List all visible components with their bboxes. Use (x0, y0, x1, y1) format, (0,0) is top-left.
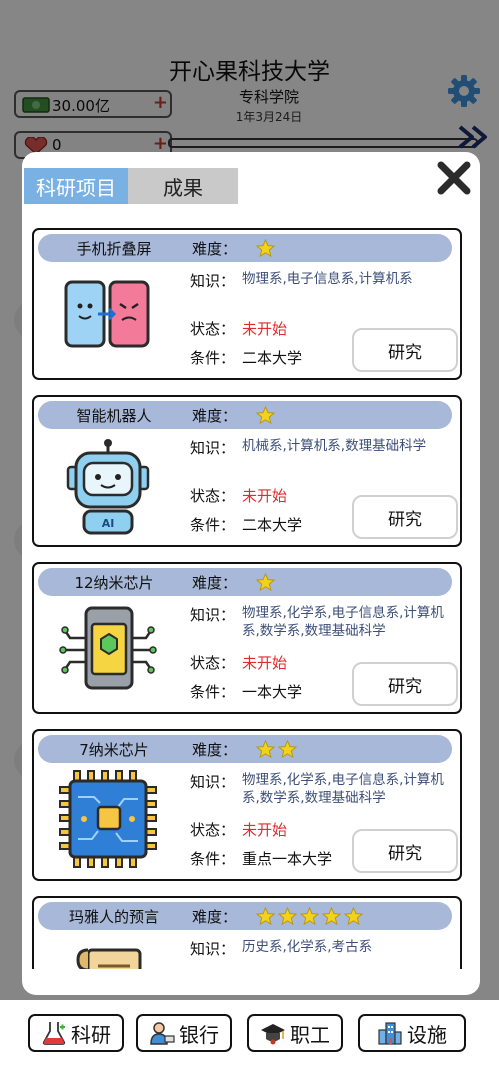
difficulty-label: 难度： (192, 407, 238, 425)
condition-value: 二本大学 (242, 349, 303, 367)
difficulty-stars (256, 239, 275, 258)
research-button[interactable]: 研究 (352, 328, 458, 372)
condition-value: 二本大学 (242, 516, 303, 534)
nav-label: 银行 (179, 1022, 219, 1047)
research-button[interactable]: 研究 (352, 495, 458, 539)
foldable-phone-icon (64, 280, 150, 348)
star-icon (256, 573, 275, 592)
knowledge-value: 历史系,化学系,考古系 (242, 939, 373, 955)
star-icon (322, 907, 341, 926)
status-value: 未开始 (242, 320, 288, 338)
nav-staff-button[interactable]: 职工 (247, 1014, 343, 1052)
nav-label: 科研 (71, 1022, 111, 1047)
condition-value: 重点一本大学 (242, 850, 333, 868)
star-icon (256, 239, 275, 258)
bank-teller-icon (150, 1022, 175, 1045)
project-name: 12纳米芯片 (74, 574, 154, 592)
modal-tabs: 科研项目 成果 (24, 168, 238, 204)
status-value: 未开始 (242, 654, 288, 672)
project-list[interactable]: 手机折叠屏 难度： 知识： 物理系,电子信息系,计算机系 状态： 未开始 条件：… (32, 226, 462, 969)
tab-achievements[interactable]: 成果 (128, 168, 238, 204)
tab-research-projects[interactable]: 科研项目 (24, 168, 128, 204)
difficulty-stars (256, 406, 275, 425)
card-header: 手机折叠屏 难度： (38, 234, 452, 262)
scroll-icon (76, 948, 142, 969)
flask-icon (42, 1022, 66, 1045)
knowledge-label: 知识： (190, 439, 236, 457)
status-label: 状态： (190, 320, 236, 338)
star-icon (256, 406, 275, 425)
project-name: 手机折叠屏 (76, 240, 152, 258)
project-card: 手机折叠屏 难度： 知识： 物理系,电子信息系,计算机系 状态： 未开始 条件：… (32, 228, 462, 380)
knowledge-value: 物理系,化学系,电子信息系,计算机系,数学系,数理基础科学 (242, 605, 444, 639)
star-icon (278, 907, 297, 926)
difficulty-stars (256, 907, 363, 926)
nav-label: 职工 (290, 1022, 330, 1047)
condition-label: 条件： (190, 516, 236, 534)
knowledge-value: 物理系,电子信息系,计算机系 (242, 271, 413, 287)
knowledge-label: 知识： (190, 606, 236, 624)
knowledge-label: 知识： (190, 940, 236, 958)
svg-text:AI: AI (102, 517, 115, 530)
project-card: 12纳米芯片 难度： 知识： 物理系,化学系,电子信息系,计算机系,数学系,数理… (32, 562, 462, 714)
status-value: 未开始 (242, 821, 288, 839)
knowledge-label: 知识： (190, 272, 236, 290)
status-label: 状态： (190, 821, 236, 839)
card-header: 12纳米芯片 难度： (38, 568, 452, 596)
knowledge-value: 物理系,化学系,电子信息系,计算机系,数学系,数理基础科学 (242, 772, 444, 806)
condition-label: 条件： (190, 349, 236, 367)
chip-12nm-icon (59, 606, 157, 690)
status-value: 未开始 (242, 487, 288, 505)
status-label: 状态： (190, 654, 236, 672)
research-button[interactable]: 研究 (352, 829, 458, 873)
project-name: 7纳米芯片 (79, 741, 149, 759)
nav-label: 设施 (407, 1022, 447, 1047)
research-button[interactable]: 研究 (352, 662, 458, 706)
project-card: 玛雅人的预言 难度： 知识： 历史系,化学系,考古系 (32, 896, 462, 969)
knowledge-label: 知识： (190, 773, 236, 791)
star-icon (344, 907, 363, 926)
knowledge-value: 机械系,计算机系,数理基础科学 (242, 438, 427, 454)
star-icon (256, 907, 275, 926)
difficulty-label: 难度： (192, 240, 238, 258)
card-header: 智能机器人 难度： (38, 401, 452, 429)
bottom-navigation: 科研 银行 职工 设施 (0, 1000, 499, 1080)
nav-research-button[interactable]: 科研 (28, 1014, 124, 1052)
status-label: 状态： (190, 487, 236, 505)
difficulty-label: 难度： (192, 574, 238, 592)
project-card: 智能机器人 难度： AI 知识： 机械系,计算机系,数理基础科学 状态： 未开始… (32, 395, 462, 547)
close-icon[interactable] (436, 160, 472, 196)
star-icon (278, 740, 297, 759)
difficulty-stars (256, 573, 275, 592)
condition-label: 条件： (190, 850, 236, 868)
project-name: 玛雅人的预言 (68, 908, 159, 926)
graduate-cap-icon (261, 1024, 285, 1045)
nav-facilities-button[interactable]: 设施 (358, 1014, 466, 1052)
research-modal: 科研项目 成果 手机折叠屏 难度： 知识： 物理系,电子信息系,计算机系 状态：… (22, 152, 480, 995)
project-card: 7纳米芯片 难度： 知识： 物理系,化学系,电子信息系,计算机系,数学系,数理基… (32, 729, 462, 881)
difficulty-stars (256, 740, 297, 759)
difficulty-label: 难度： (192, 741, 238, 759)
condition-label: 条件： (190, 683, 236, 701)
robot-icon: AI (66, 439, 150, 535)
nav-bank-button[interactable]: 银行 (136, 1014, 232, 1052)
card-header: 7纳米芯片 难度： (38, 735, 452, 763)
condition-value: 一本大学 (242, 683, 303, 701)
project-name: 智能机器人 (76, 407, 152, 425)
star-icon (256, 740, 275, 759)
difficulty-label: 难度： (192, 908, 238, 926)
chip-7nm-icon (59, 770, 157, 868)
card-header: 玛雅人的预言 难度： (38, 902, 452, 930)
building-icon (378, 1022, 402, 1045)
star-icon (300, 907, 319, 926)
